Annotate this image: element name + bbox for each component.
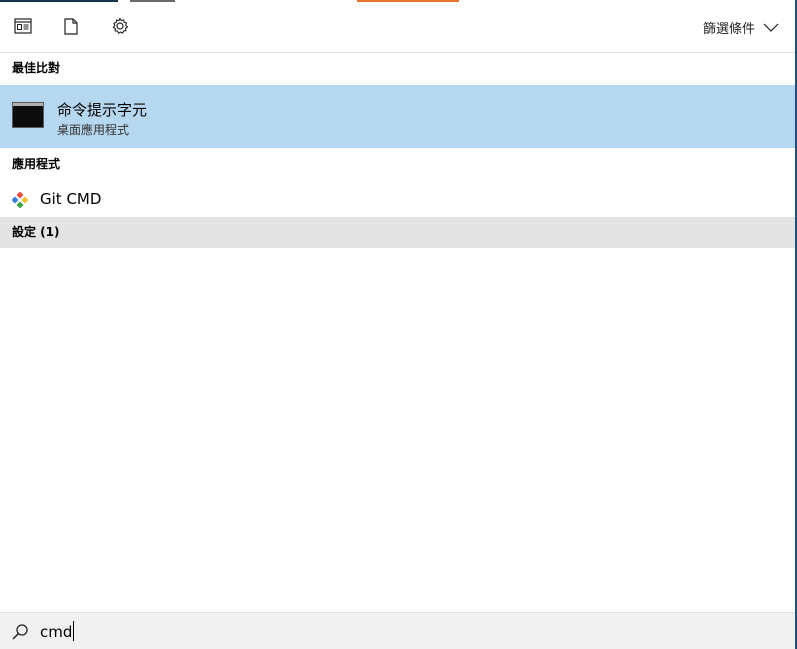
git-icon: [12, 192, 28, 208]
settings-button[interactable]: [108, 14, 132, 38]
strip-segment: [0, 0, 118, 2]
strip-segment: [130, 0, 175, 2]
search-query-text: cmd: [40, 623, 73, 641]
app-item-git-cmd[interactable]: Git CMD: [0, 183, 795, 216]
all-apps-icon: [14, 18, 32, 34]
best-match-subtitle: 桌面應用程式: [57, 123, 130, 137]
app-item-label: Git CMD: [40, 190, 102, 208]
best-match-item[interactable]: 命令提示字元 桌面應用程式: [0, 85, 795, 148]
all-apps-button[interactable]: [11, 14, 35, 38]
documents-button[interactable]: [59, 14, 83, 38]
filter-dropdown[interactable]: 篩選條件: [703, 18, 779, 37]
best-match-header: 最佳比對: [12, 61, 61, 75]
taskbar-strip: [0, 0, 795, 3]
chevron-down-icon: [763, 23, 779, 32]
search-bar[interactable]: cmd: [0, 612, 795, 649]
cmd-console-icon: [12, 102, 44, 128]
settings-gear-icon: [112, 17, 129, 34]
text-caret: [73, 621, 75, 641]
search-icon: [12, 624, 28, 640]
search-results-panel: 篩選條件 最佳比對 命令提示字元 桌面應用程式 應用程式 Git CMD 設定 …: [0, 0, 795, 649]
search-toolbar: 篩選條件: [0, 4, 795, 53]
apps-header: 應用程式: [12, 157, 61, 171]
documents-icon: [64, 17, 78, 35]
search-input[interactable]: cmd: [40, 621, 75, 641]
settings-section-row[interactable]: 設定 (1): [0, 217, 795, 248]
strip-segment: [357, 0, 459, 2]
best-match-title: 命令提示字元: [57, 101, 148, 119]
filter-label: 篩選條件: [702, 22, 755, 37]
